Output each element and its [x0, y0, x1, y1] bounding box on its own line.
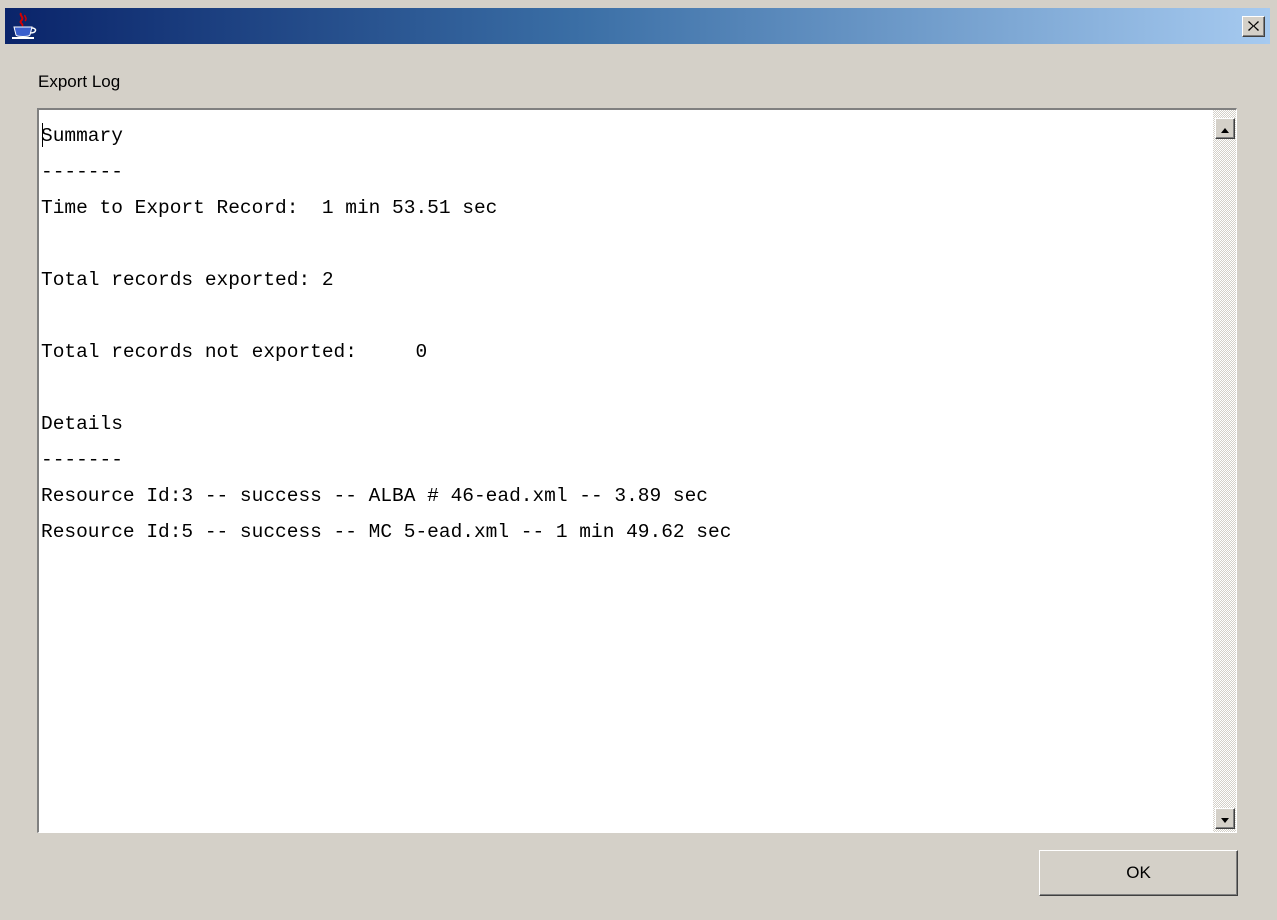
ok-button[interactable]: OK — [1039, 850, 1238, 896]
export-log-label: Export Log — [38, 72, 121, 91]
close-icon — [1248, 18, 1259, 36]
scroll-up-button[interactable] — [1215, 118, 1235, 139]
export-log-dialog: Export Log Summary ------- Time to Expor… — [0, 0, 1277, 920]
vertical-scrollbar[interactable] — [1213, 110, 1236, 832]
java-cup-icon — [9, 11, 39, 41]
title-bar[interactable] — [5, 8, 1270, 44]
scroll-down-button[interactable] — [1215, 808, 1235, 829]
export-log-content[interactable]: Summary ------- Time to Export Record: 1… — [41, 118, 1191, 828]
text-cursor — [42, 123, 43, 147]
export-log-textarea[interactable]: Summary ------- Time to Export Record: 1… — [37, 108, 1237, 833]
close-button[interactable] — [1242, 16, 1265, 37]
arrow-down-icon — [1221, 810, 1229, 828]
arrow-up-icon — [1221, 120, 1229, 138]
